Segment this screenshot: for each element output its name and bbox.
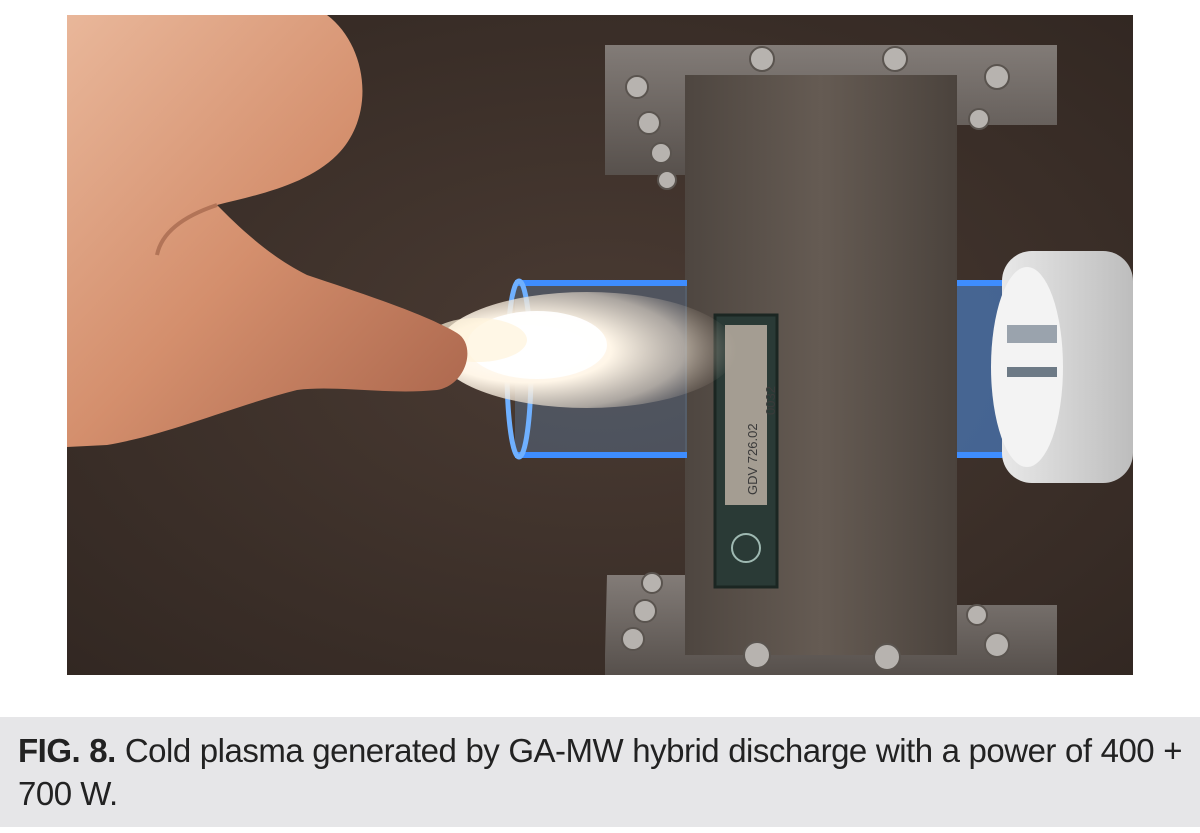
- plate-text-line1: GDV 726.02: [745, 423, 760, 495]
- photo-illustration: GDV 726.02 0032: [67, 15, 1133, 675]
- photo-cold-plasma: GDV 726.02 0032: [67, 15, 1133, 675]
- caption-box: FIG. 8. Cold plasma generated by GA-MW h…: [0, 717, 1200, 827]
- plate-text-line2: 0032: [763, 386, 778, 415]
- figure-label: FIG. 8.: [18, 732, 116, 769]
- figure-caption: FIG. 8. Cold plasma generated by GA-MW h…: [18, 729, 1183, 815]
- figure-caption-text: Cold plasma generated by GA-MW hybrid di…: [18, 732, 1183, 812]
